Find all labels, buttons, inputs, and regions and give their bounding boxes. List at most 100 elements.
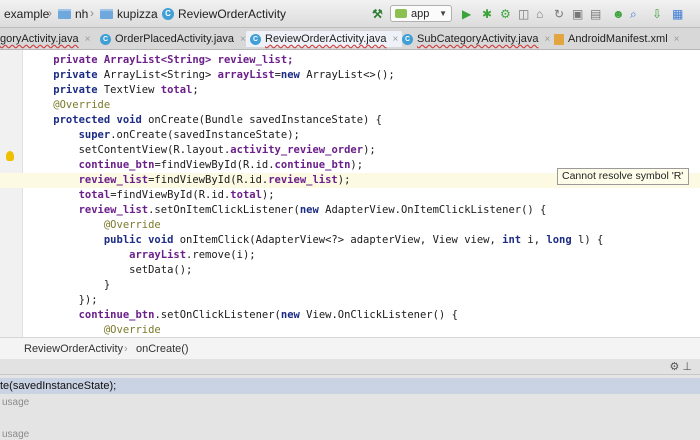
code-line[interactable]: super.onCreate(savedInstanceState); [0,128,700,143]
code-token: new [280,309,307,321]
code-token: ); [261,189,275,201]
code-line[interactable]: private ArrayList<String> review_list; [0,53,700,68]
chevron-down-icon: ▼ [439,9,447,18]
layout-inspector-icon[interactable]: ▦ [672,8,683,20]
code-token: private ArrayList<String> review_list; [28,54,294,66]
download-icon[interactable]: ⇩ [652,8,662,20]
breadcrumb-class[interactable]: ReviewOrderActivity [24,343,123,355]
code-line[interactable]: }); [0,293,700,308]
code-token: review_list [268,174,338,186]
code-line[interactable]: setContentView(R.layout.activity_review_… [0,143,700,158]
android-icon [395,9,407,18]
breadcrumb-nh[interactable]: nh [58,6,88,22]
debug-icon[interactable]: ✱ [482,8,492,20]
code-token: private [28,69,104,81]
run-icon[interactable]: ▶ [462,8,471,20]
code-token: continue_btn [28,159,155,171]
code-token: int [502,234,528,246]
attach-debugger-icon[interactable]: ◫ [518,8,529,20]
code-token: protected void [28,114,149,126]
code-line[interactable]: review_list.setOnItemClickListener(new A… [0,203,700,218]
profile-icon[interactable]: ⚙ [500,8,511,20]
panel-header: ⚙ ⊥ [0,359,700,375]
breadcrumb-kupizza[interactable]: kupizza [100,6,158,22]
tab-review-order-activity[interactable]: C ReviewOrderActivity.java × [246,31,403,47]
code-token: arrayList [217,69,275,81]
close-icon[interactable]: × [85,34,91,45]
tab-order-placed-activity[interactable]: C OrderPlacedActivity.java × [100,31,246,47]
code-token: setData(); [28,264,193,276]
code-line[interactable]: @Override [0,323,700,338]
code-token: onItemClick(AdapterView<?> adapterView, … [179,234,503,246]
code-line[interactable]: @Override [0,218,700,233]
android-device-icon[interactable]: ☻ [612,8,625,20]
code-token: View.OnClickListener() { [306,309,458,321]
code-token: new [280,69,307,81]
code-token: ArrayList<String> [103,69,218,81]
code-token: super [28,129,111,141]
code-token: total [230,189,262,201]
code-line[interactable]: continue_btn.setOnClickListener(new View… [0,308,700,323]
code-token: .remove(i); [186,249,256,261]
breadcrumb-chevron-icon: › [90,6,94,20]
error-tooltip: Cannot resolve symbol 'R' [557,168,689,185]
code-token: }); [28,294,98,306]
gear-icon[interactable]: ⚙ ⊥ [670,360,693,373]
code-line[interactable]: total=findViewById(R.id.total); [0,188,700,203]
code-line[interactable]: arrayList.remove(i); [0,248,700,263]
code-token: activity_review_order [230,144,364,156]
close-icon[interactable]: × [392,34,398,45]
run-configuration-select[interactable]: app ▼ [390,5,452,22]
stop-icon[interactable]: ⌂ [536,8,543,20]
code-line[interactable]: private TextView total; [0,83,700,98]
code-line[interactable]: @Override [0,98,700,113]
code-line[interactable]: } [0,278,700,293]
code-token: @Override [28,99,111,111]
sdk-manager-icon[interactable]: ▤ [590,8,601,20]
class-icon: C [162,8,174,20]
close-icon[interactable]: × [240,34,246,45]
code-line[interactable]: private ArrayList<String> arrayList=new … [0,68,700,83]
editor-tab-bar: goryActivity.java × C OrderPlacedActivit… [0,28,700,50]
code-editor[interactable]: private ArrayList<String> review_list; p… [0,50,700,396]
sync-icon[interactable]: ↻ [554,8,564,20]
folder-icon [58,9,71,19]
code-token: new [299,204,326,216]
breadcrumb-method[interactable]: onCreate() [136,343,189,355]
build-hammer-icon[interactable]: ⚒ [372,8,383,20]
code-line[interactable]: public void onItemClick(AdapterView<?> a… [0,233,700,248]
code-token: ArrayList<>(); [306,69,395,81]
code-token: @Override [28,324,161,336]
tab-android-manifest[interactable]: AndroidManifest.xml × [554,31,680,47]
tab-category-activity[interactable]: goryActivity.java × [0,31,91,47]
tab-subcategory-activity[interactable]: C SubCategoryActivity.java × [402,31,550,47]
code-token: ; [192,84,199,96]
code-token: arrayList [28,249,187,261]
close-icon[interactable]: × [674,34,680,45]
class-icon: C [402,33,413,45]
code-token: .setOnClickListener( [154,309,281,321]
lightbulb-icon[interactable] [6,151,14,161]
code-token: public void [28,234,180,246]
search-everywhere-icon[interactable]: ⌕ [630,8,637,20]
breadcrumb-chevron-icon: › [48,6,52,20]
code-token: continue_btn [274,159,351,171]
code-line[interactable]: setData(); [0,263,700,278]
code-token: total [160,84,193,96]
breadcrumb-review-order-activity[interactable]: C ReviewOrderActivity [162,6,286,22]
selected-result[interactable]: te(savedInstanceState); [0,378,700,394]
breadcrumb-chevron-icon: › [152,6,156,20]
avd-manager-icon[interactable]: ▣ [572,8,583,20]
code-line[interactable]: protected void onCreate(Bundle savedInst… [0,113,700,128]
code-token: =findViewById(R.id. [110,189,231,201]
xml-file-icon [554,33,564,45]
usage-label: usage [2,429,30,440]
code-token: total [28,189,111,201]
breadcrumb-example[interactable]: example [4,6,49,22]
code-token: .setOnItemClickListener( [148,204,300,216]
close-icon[interactable]: × [544,34,550,45]
code-token: .onCreate(savedInstanceState); [110,129,300,141]
code-token: ); [363,144,376,156]
code-token: =findViewById(R.id. [148,174,269,186]
code-token: } [28,279,111,291]
